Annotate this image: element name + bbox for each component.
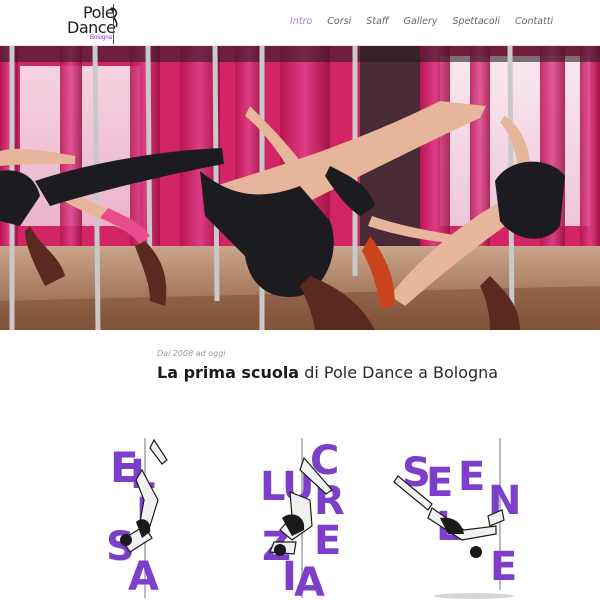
card-letter: A (294, 560, 325, 600)
nav-item-staff[interactable]: Staff (366, 16, 388, 27)
nav-item-intro[interactable]: Intro (290, 16, 312, 27)
logo-word-bologna: Bologna (90, 35, 113, 41)
nav-item-corsi[interactable]: Corsi (327, 16, 351, 27)
intro-subtitle: Dai 2008 ad oggi (157, 349, 226, 358)
nav-item-gallery[interactable]: Gallery (404, 16, 438, 27)
instructor-card-lucrezia[interactable]: L U C R E Z I A (240, 430, 370, 600)
hero-photo (0, 46, 600, 330)
logo[interactable]: Pole Dance Bologna (64, 3, 122, 44)
card-letter: A (128, 554, 159, 600)
intro-heading-rest: di Pole Dance a Bologna (299, 363, 499, 382)
instructor-card-elisa[interactable]: E L I S A (92, 430, 222, 600)
instructor-card-selene[interactable]: S E L E N E (392, 430, 522, 600)
card-letter: E (426, 460, 453, 506)
logo-dancer-icon (110, 7, 118, 28)
card-letter: E (314, 518, 341, 564)
site-header: Pole Dance Bologna Intro Corsi Staff Gal… (0, 0, 600, 46)
main-nav: Intro Corsi Staff Gallery Spettacoli Con… (290, 16, 568, 27)
page: Pole Dance Bologna Intro Corsi Staff Gal… (0, 0, 600, 600)
card-letter: E (490, 544, 517, 590)
nav-item-contatti[interactable]: Contatti (515, 16, 553, 27)
nav-item-spettacoli[interactable]: Spettacoli (453, 16, 501, 27)
card-letter: E (458, 454, 485, 500)
intro-heading-bold: La prima scuola (157, 363, 300, 382)
intro-heading: La prima scuola di Pole Dance a Bologna (157, 363, 498, 382)
